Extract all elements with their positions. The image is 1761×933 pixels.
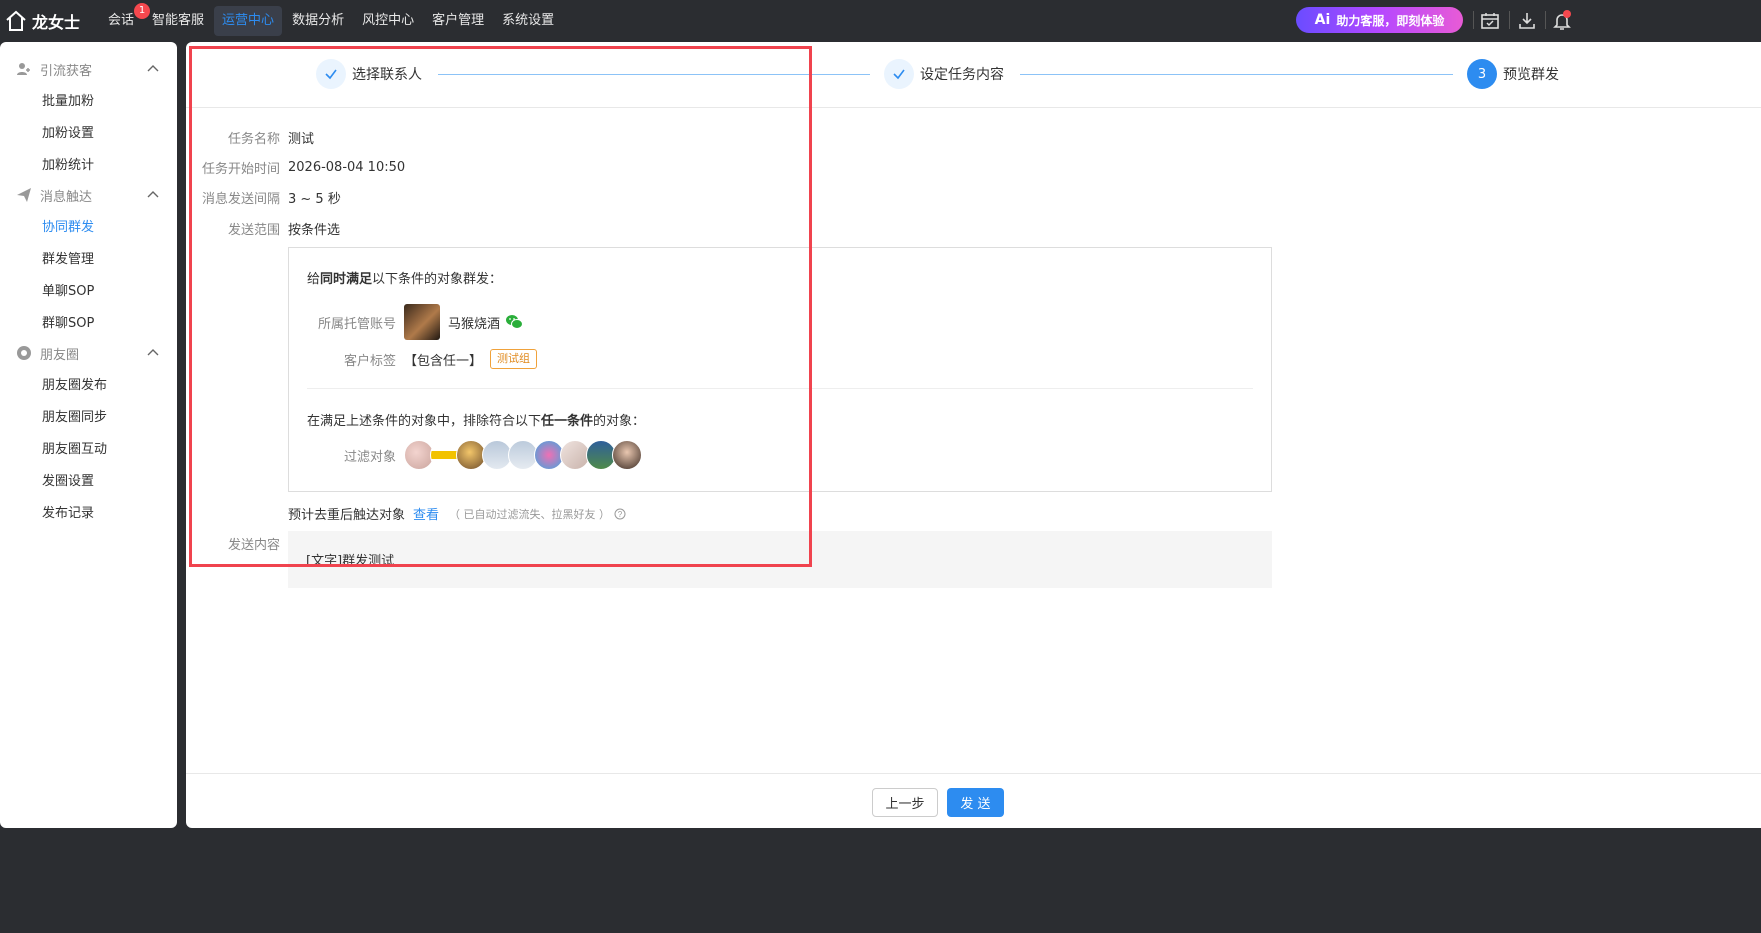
sidebar-item-add-settings[interactable]: 加粉设置 <box>0 118 177 150</box>
download-icon[interactable] <box>1516 10 1538 32</box>
main-panel: 选择联系人 设定任务内容 3 预览群发 任务名称 测试 任务开始时间 2026-… <box>186 42 1761 828</box>
sidebar-item-single-sop[interactable]: 单聊SOP <box>0 276 177 308</box>
sidebar-group-moments[interactable]: 朋友圈 <box>0 340 177 366</box>
step-connector <box>1020 74 1453 75</box>
top-bar: 龙女士 会话 1 智能客服 运营中心 数据分析 风控中心 客户管理 系统设置 Ai… <box>0 0 1761 42</box>
check-icon <box>884 59 914 89</box>
nav-item-settings[interactable]: 系统设置 <box>494 6 562 36</box>
scope-row: 发送范围 按条件选 <box>186 219 340 238</box>
interval-row: 消息发送间隔 3 ~ 5 秒 <box>186 188 341 207</box>
svg-text:?: ? <box>618 510 623 519</box>
logo[interactable]: 龙女士 <box>0 0 80 42</box>
nav-item-customers[interactable]: 客户管理 <box>424 6 492 36</box>
step-select-contacts: 选择联系人 <box>316 59 422 89</box>
send-button[interactable]: 发 送 <box>947 788 1004 817</box>
divider <box>1545 11 1546 29</box>
conditions-box: 给同时满足以下条件的对象群发： 所属托管账号 马猴烧酒 客户标签 【包含任一】 … <box>288 247 1272 492</box>
tag-row: 客户标签 【包含任一】 测试组 <box>289 349 538 369</box>
filter-avatar-list <box>404 440 642 470</box>
nav-item-operations[interactable]: 运营中心 <box>214 6 283 36</box>
chevron-up-icon <box>147 65 159 72</box>
sidebar-item-publish-records[interactable]: 发布记录 <box>0 498 177 530</box>
nav-item-smart-service[interactable]: 智能客服 <box>144 6 212 36</box>
scope-value: 按条件选 <box>288 223 341 238</box>
step-set-content: 设定任务内容 <box>884 59 1004 89</box>
task-name-row: 任务名称 测试 <box>186 128 314 147</box>
divider <box>307 388 1253 389</box>
chevron-up-icon <box>147 191 159 198</box>
main-nav: 会话 1 智能客服 运营中心 数据分析 风控中心 客户管理 系统设置 <box>100 0 564 42</box>
bell-icon[interactable] <box>1551 10 1573 32</box>
estimate-row: 预计去重后触达对象 查看 （ 已自动过滤流失、拉黑好友 ） ? <box>288 504 626 523</box>
nav-item-analytics[interactable]: 数据分析 <box>284 6 352 36</box>
sidebar: 引流获客 批量加粉 加粉设置 加粉统计 消息触达 协同群发 群发管理 单聊SOP… <box>0 42 177 828</box>
filter-row: 过滤对象 <box>289 440 642 470</box>
start-time-row: 任务开始时间 2026-08-04 10:50 <box>201 160 406 177</box>
help-icon[interactable]: ? <box>614 508 626 520</box>
sidebar-item-add-stats[interactable]: 加粉统计 <box>0 150 177 182</box>
message-content: [文字]群发测试 <box>288 531 1272 588</box>
calendar-icon[interactable] <box>1479 10 1501 32</box>
task-name-value: 测试 <box>288 132 315 147</box>
avatar <box>404 304 440 340</box>
ai-sparkle-icon: Ai <box>1314 12 1331 28</box>
chevron-up-icon <box>147 349 159 356</box>
sidebar-item-post-settings[interactable]: 发圈设置 <box>0 466 177 498</box>
aperture-icon <box>17 346 31 360</box>
divider <box>1473 11 1474 29</box>
step-number: 3 <box>1467 59 1497 89</box>
interval-value: 3 ~ 5 秒 <box>288 192 341 207</box>
start-time-value: 2026-08-04 10:50 <box>288 160 406 175</box>
step-progress: 选择联系人 设定任务内容 3 预览群发 <box>186 42 1761 108</box>
tag-chip: 测试组 <box>490 349 538 369</box>
sidebar-item-group-sop[interactable]: 群聊SOP <box>0 308 177 340</box>
sidebar-item-moments-publish[interactable]: 朋友圈发布 <box>0 370 177 402</box>
account-name: 马猴烧酒 <box>448 316 501 332</box>
nav-item-chat[interactable]: 会话 1 <box>100 3 151 36</box>
view-targets-link[interactable]: 查看 <box>413 504 439 523</box>
ai-assist-button[interactable]: Ai 助力客服，即刻体验 <box>1296 7 1463 33</box>
conditions-title: 给同时满足以下条件的对象群发： <box>307 272 503 287</box>
app-name: 龙女士 <box>32 13 81 32</box>
footer-bar: 上一步 发 送 <box>186 773 1761 828</box>
sidebar-item-moments-interact[interactable]: 朋友圈互动 <box>0 434 177 466</box>
account-row: 所属托管账号 马猴烧酒 <box>289 304 524 340</box>
divider <box>1509 11 1510 29</box>
check-icon <box>316 59 346 89</box>
avatar <box>612 440 642 470</box>
tag-match-mode: 【包含任一】 <box>404 353 483 369</box>
user-add-icon <box>17 63 30 75</box>
previous-step-button[interactable]: 上一步 <box>872 788 938 817</box>
exclude-title: 在满足上述条件的对象中，排除符合以下任一条件的对象： <box>307 414 646 429</box>
home-icon <box>6 10 26 31</box>
sidebar-item-bulk-add[interactable]: 批量加粉 <box>0 86 177 118</box>
step-preview: 3 预览群发 <box>1467 59 1559 89</box>
step-connector <box>438 74 870 75</box>
sidebar-group-traffic[interactable]: 引流获客 <box>0 56 177 82</box>
sidebar-item-broadcast-manage[interactable]: 群发管理 <box>0 244 177 276</box>
paper-plane-icon <box>17 188 31 202</box>
sidebar-item-moments-sync[interactable]: 朋友圈同步 <box>0 402 177 434</box>
wechat-icon <box>506 315 524 329</box>
content-label-row: 发送内容 <box>227 538 280 553</box>
sidebar-group-messaging[interactable]: 消息触达 <box>0 182 177 208</box>
nav-item-risk[interactable]: 风控中心 <box>354 6 422 36</box>
sidebar-item-collab-broadcast[interactable]: 协同群发 <box>0 212 177 244</box>
